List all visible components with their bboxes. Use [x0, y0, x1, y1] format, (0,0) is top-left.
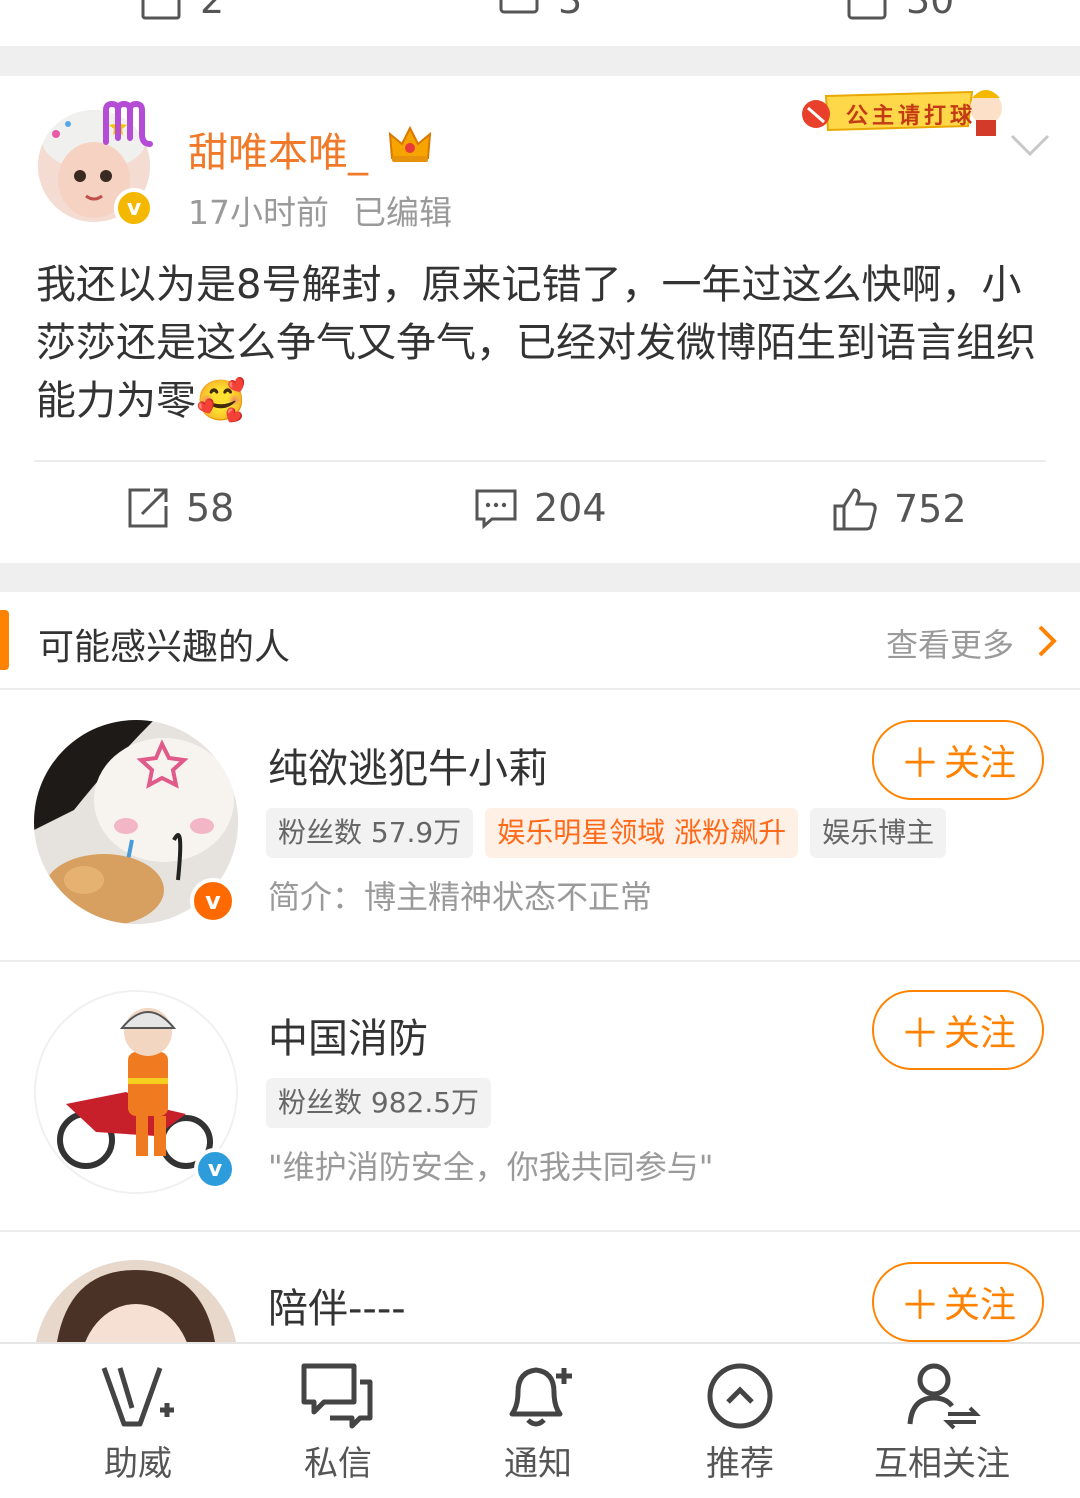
- section-separator: [0, 46, 1080, 76]
- chevron-down-icon[interactable]: [1010, 134, 1050, 158]
- tab-label: 互相关注: [874, 1444, 1010, 1484]
- tab-label: 助威: [104, 1444, 172, 1484]
- like-icon: [833, 488, 877, 531]
- tab-label: 私信: [304, 1444, 372, 1484]
- repost-button[interactable]: 58: [126, 486, 234, 530]
- follower-count-tag: 粉丝数 57.9万: [266, 808, 474, 858]
- cheer-icon: [101, 1367, 174, 1427]
- crown-icon: [388, 125, 432, 162]
- follower-count-tag: 粉丝数 982.5万: [266, 1078, 492, 1128]
- recommend-title: 可能感兴趣的人: [38, 627, 291, 668]
- plus-icon: ＋: [899, 741, 940, 787]
- comment-button[interactable]: 204: [474, 486, 607, 530]
- post-meta: 17小时前 已编辑: [188, 186, 452, 234]
- repost-icon: [128, 488, 168, 528]
- tab-label: 推荐: [706, 1444, 774, 1484]
- recommend-icon: [707, 1363, 773, 1429]
- prev-comment-button[interactable]: 3: [498, 0, 582, 22]
- avatar-illustrated-girl: [34, 1260, 238, 1342]
- comment-icon: [499, 0, 539, 14]
- recommended-user[interactable]: v 纯欲逃犯牛小莉 ＋关注 粉丝数 57.9万 娱乐明星领域 涨粉飙升 娱乐博主…: [0, 692, 1080, 960]
- plus-icon: ＋: [899, 1283, 940, 1329]
- prev-like-count: 30: [906, 0, 955, 22]
- section-separator: [0, 563, 1080, 592]
- recommended-user[interactable]: 陪伴---- ＋关注: [0, 1232, 1080, 1342]
- accent-bar: [0, 610, 9, 670]
- follow-button[interactable]: ＋关注: [872, 720, 1044, 800]
- verified-badge-icon: v: [114, 188, 154, 228]
- follow-button[interactable]: ＋关注: [872, 1262, 1044, 1342]
- follow-label: 关注: [943, 743, 1016, 784]
- prev-repost-button[interactable]: 2: [140, 0, 224, 22]
- plus-icon: ＋: [899, 1011, 940, 1057]
- user-name[interactable]: 陪伴----: [268, 1276, 406, 1334]
- tab-mutual-follow[interactable]: 互相关注: [842, 1360, 1042, 1485]
- recommend-header: 可能感兴趣的人 查看更多: [0, 592, 1080, 690]
- tab-recommend[interactable]: 推荐: [640, 1360, 840, 1485]
- like-icon: [847, 0, 887, 20]
- user-avatar[interactable]: [34, 1260, 238, 1342]
- message-icon: [301, 1363, 373, 1429]
- tab-notifications[interactable]: 通知: [438, 1360, 638, 1485]
- author-name[interactable]: 甜唯本唯_: [188, 120, 368, 178]
- prev-repost-count: 2: [200, 0, 225, 22]
- user-description: "维护消防安全，你我共同参与": [268, 1148, 714, 1186]
- mutual-follow-icon: [907, 1363, 981, 1430]
- recommended-user[interactable]: v 中国消防 ＋关注 粉丝数 982.5万 "维护消防安全，你我共同参与": [0, 962, 1080, 1230]
- post-time: 17小时前: [188, 193, 329, 232]
- zodiac-decoration-icon: [103, 100, 153, 147]
- see-more-link[interactable]: 查看更多: [886, 620, 1014, 666]
- repost-icon: [141, 0, 181, 20]
- chevron-right-icon[interactable]: [1036, 624, 1058, 658]
- user-tags: 粉丝数 982.5万: [266, 1078, 492, 1128]
- user-name[interactable]: 中国消防: [268, 1006, 428, 1064]
- post-edited-label: 已编辑: [353, 193, 452, 232]
- follow-label: 关注: [943, 1285, 1016, 1326]
- post-body-text: 我还以为是8号解封，原来记错了，一年过这么快啊，小莎莎还是这么争气又争气，已经对…: [36, 262, 1036, 424]
- follow-button[interactable]: ＋关注: [872, 990, 1044, 1070]
- like-button[interactable]: 752: [832, 486, 967, 532]
- like-count: 752: [894, 487, 967, 531]
- prev-like-button[interactable]: 30: [846, 0, 954, 22]
- comment-icon: [475, 489, 517, 530]
- follow-label: 关注: [943, 1013, 1016, 1054]
- user-tags: 粉丝数 57.9万 娱乐明星领域 涨粉飙升 娱乐博主: [266, 808, 947, 858]
- tab-cheer[interactable]: 助威: [38, 1360, 238, 1485]
- banner-text: 公主请打球: [846, 104, 977, 129]
- trending-tag: 娱乐明星领域 涨粉飙升: [485, 808, 799, 858]
- repost-count: 58: [186, 486, 235, 530]
- post-divider: [34, 460, 1046, 462]
- user-description: 简介：博主精神状态不正常: [268, 878, 653, 916]
- previous-post-actions: 2 3 30: [0, 0, 1080, 46]
- verified-badge-icon: v: [190, 878, 236, 924]
- category-tag: 娱乐博主: [810, 808, 947, 858]
- verified-badge-icon: v: [194, 1148, 236, 1190]
- tab-messages[interactable]: 私信: [238, 1360, 438, 1485]
- comment-count: 204: [534, 486, 607, 530]
- tab-label: 通知: [504, 1444, 572, 1484]
- user-name[interactable]: 纯欲逃犯牛小莉: [268, 736, 548, 794]
- prev-comment-count: 3: [558, 0, 583, 22]
- bell-icon: [509, 1367, 572, 1427]
- bottom-tab-bar: 助威 私信 通知 推荐 互相关注: [0, 1342, 1080, 1498]
- post-card: v 甜唯本唯_ 17小时前 已编辑 公主请打球 我还以为是8号解封，原来记错了，一…: [0, 76, 1080, 563]
